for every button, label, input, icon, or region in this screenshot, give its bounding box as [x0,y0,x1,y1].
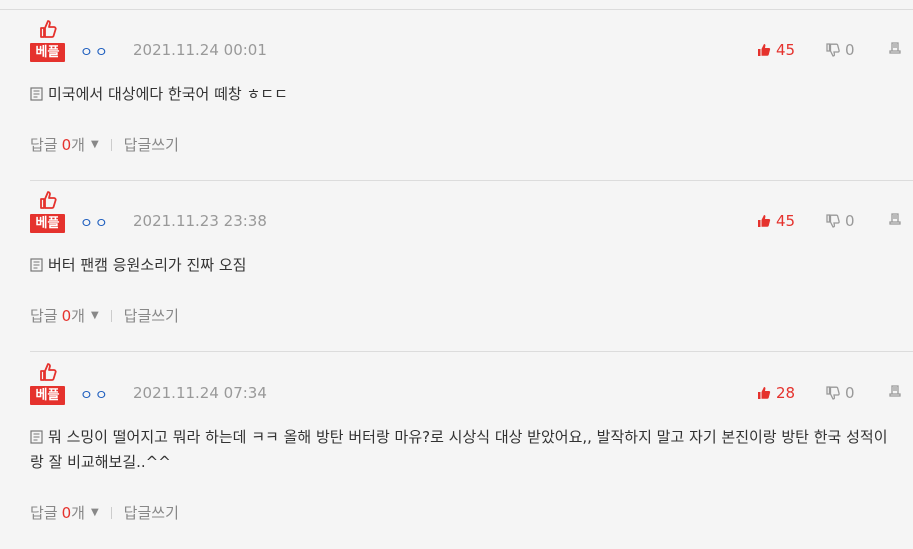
comment-divider [30,180,913,181]
caret-down-icon: ▼ [90,507,99,518]
thumbs-down-icon [826,386,840,400]
comment-date: 2021.11.24 07:34 [133,384,267,402]
like-button[interactable]: 28 [757,384,795,402]
top-divider [0,9,913,10]
like-count: 28 [776,384,796,402]
divider [110,309,112,322]
reply-toggle[interactable]: 답글 0개 ▼ [30,502,99,523]
reply-count: 0 [61,135,72,154]
caret-down-icon: ▼ [90,310,99,321]
reply-bar: 답글 0개 ▼ 답글쓰기 [30,134,179,155]
write-reply-link[interactable]: 답글쓰기 [124,502,179,523]
reply-toggle[interactable]: 답글 0개 ▼ [30,134,99,155]
caret-down-icon: ▼ [90,139,99,150]
comment-date: 2021.11.24 00:01 [133,41,267,59]
dislike-count: 0 [845,384,855,402]
dislike-count: 0 [845,41,855,59]
reply-label: 답글 [30,504,58,522]
like-button[interactable]: 45 [757,41,795,59]
comment-body: 미국에서 대상에다 한국어 떼창 ㅎㄷㄷ [48,85,288,103]
like-count: 45 [776,212,796,230]
dislike-count: 0 [845,212,855,230]
write-reply-link[interactable]: 답글쓰기 [124,305,179,326]
thumbs-up-icon [40,20,57,38]
reply-count: 0 [61,306,72,325]
thumbs-up-icon [758,44,771,56]
thumbs-up-icon [40,191,57,209]
reply-count: 0 [61,503,72,522]
comment-divider [30,351,913,352]
reply-unit: 개 [71,136,85,154]
document-icon [30,430,43,444]
like-count: 45 [776,41,796,59]
reply-label: 답글 [30,136,58,154]
best-label: 베플 [30,214,65,233]
divider [110,506,112,519]
author-name[interactable]: ㅇㅇ [80,385,110,405]
thumbs-up-icon [40,363,57,381]
best-label: 베플 [30,43,65,62]
thumbs-up-icon [758,215,771,227]
best-badge: 베플 [30,190,70,234]
reply-bar: 답글 0개 ▼ 답글쓰기 [30,502,179,523]
comment-text: 미국에서 대상에다 한국어 떼창 ㅎㄷㄷ [30,82,900,107]
write-reply-link[interactable]: 답글쓰기 [124,134,179,155]
comment-text: 버터 팬캠 응원소리가 진짜 오짐 [30,253,900,278]
dislike-button[interactable]: 0 [826,212,855,230]
comment-body: 뭐 스밍이 떨어지고 뭐라 하는데 ㅋㅋ 올해 방탄 버터랑 마유?로 시상식 … [30,428,888,471]
report-icon[interactable] [889,385,901,398]
best-label: 베플 [30,386,65,405]
reply-label: 답글 [30,307,58,325]
thumbs-up-icon [758,387,771,399]
reply-unit: 개 [71,307,85,325]
document-icon [30,258,43,272]
comment-date: 2021.11.23 23:38 [133,212,267,230]
divider [110,138,112,151]
report-icon[interactable] [889,213,901,226]
best-badge: 베플 [30,19,70,63]
dislike-button[interactable]: 0 [826,384,855,402]
reply-bar: 답글 0개 ▼ 답글쓰기 [30,305,179,326]
thumbs-down-icon [826,214,840,228]
thumbs-down-icon [826,43,840,57]
comment-body: 버터 팬캠 응원소리가 진짜 오짐 [48,256,247,274]
author-name[interactable]: ㅇㅇ [80,42,110,62]
report-icon[interactable] [889,42,901,55]
document-icon [30,87,43,101]
best-badge: 베플 [30,362,70,406]
reply-unit: 개 [71,504,85,522]
comment-text: 뭐 스밍이 떨어지고 뭐라 하는데 ㅋㅋ 올해 방탄 버터랑 마유?로 시상식 … [30,425,900,475]
like-button[interactable]: 45 [757,212,795,230]
dislike-button[interactable]: 0 [826,41,855,59]
reply-toggle[interactable]: 답글 0개 ▼ [30,305,99,326]
author-name[interactable]: ㅇㅇ [80,213,110,233]
